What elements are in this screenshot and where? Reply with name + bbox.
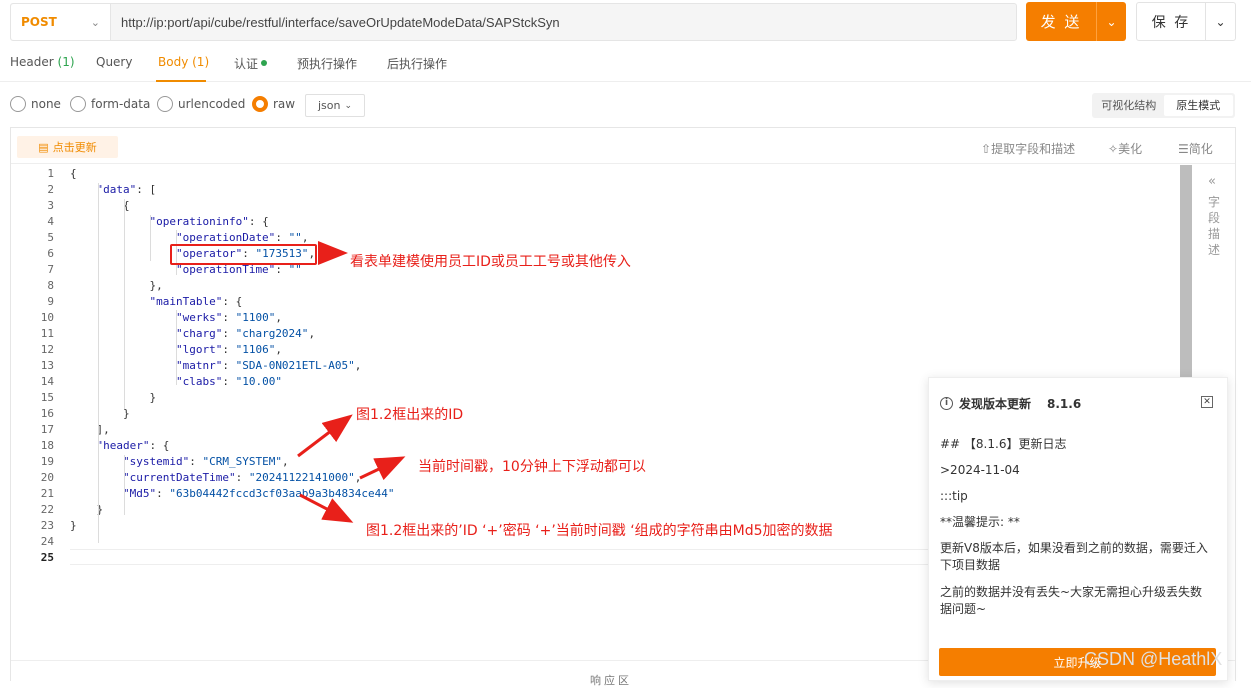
popup-line: :::tip xyxy=(940,489,968,503)
arrow-md5 xyxy=(299,493,354,523)
popup-title: i 发现版本更新 8.1.6 xyxy=(940,395,1081,412)
popup-line: >2024-11-04 xyxy=(940,463,1020,477)
annotation-systemid: 图1.2框出来的ID xyxy=(356,407,464,423)
arrow-time xyxy=(359,456,406,481)
info-icon: i xyxy=(940,397,953,410)
close-icon[interactable]: ✕ xyxy=(1201,396,1213,408)
annotation-operator: 看表单建模使用员工ID或员工工号或其他传入 xyxy=(350,254,631,270)
annotation-md5: 图1.2框出来的’ID ‘+’密码 ‘+’当前时间戳 ‘组成的字符串由Md5加密… xyxy=(366,523,833,539)
popup-line: 更新V8版本后，如果没看到之前的数据，需要迁入下项目数据 xyxy=(940,541,1208,572)
popup-line: ## 【8.1.6】更新日志 xyxy=(940,437,1067,451)
watermark: CSDN @HeathlX xyxy=(1084,649,1223,669)
annotation-time: 当前时间戳，10分钟上下浮动都可以 xyxy=(418,459,646,475)
popup-line: 之前的数据并没有丢失~大家无需担心升级丢失数据问题~ xyxy=(940,585,1203,616)
arrow-systemid xyxy=(297,414,353,458)
popup-line: **温馨提示: ** xyxy=(940,515,1020,529)
